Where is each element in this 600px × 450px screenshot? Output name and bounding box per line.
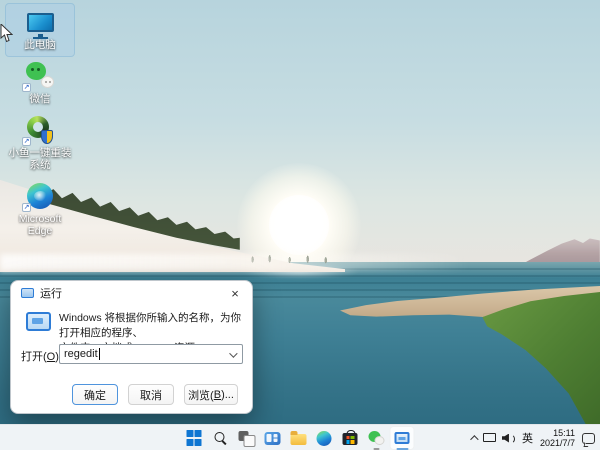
shield-icon — [41, 130, 53, 144]
file-explorer-button[interactable] — [286, 426, 311, 450]
run-dialog-titlebar[interactable]: 运行 — [11, 281, 252, 305]
edge-taskbar-button[interactable] — [312, 426, 337, 450]
shortcut-arrow-icon: ↗ — [22, 83, 31, 92]
clock[interactable]: 15:11 2021/7/7 — [540, 428, 575, 449]
taskbar-center-icons — [182, 425, 415, 450]
wechat-icon: ↗ — [24, 61, 56, 91]
this-pc-icon — [24, 7, 56, 37]
shortcut-arrow-icon: ↗ — [22, 137, 31, 146]
run-taskbar-button[interactable] — [390, 426, 415, 450]
xiaoyu-reinstall-icon: ↗ — [24, 115, 56, 145]
run-program-icon — [26, 312, 51, 331]
run-dialog-title: 运行 — [40, 285, 62, 301]
store-button[interactable] — [338, 426, 363, 450]
system-tray: 英 15:11 2021/7/7 — [470, 425, 595, 450]
chevron-down-icon[interactable] — [229, 349, 237, 357]
ok-button[interactable]: 确定 — [72, 384, 118, 405]
tray-date: 2021/7/7 — [540, 438, 575, 449]
show-hidden-icons-chevron-icon[interactable] — [470, 435, 478, 443]
browse-button[interactable]: 浏览(B)... — [184, 384, 238, 405]
wallpaper-mist — [0, 254, 470, 271]
edge-label: Microsoft Edge — [19, 213, 62, 237]
widgets-button[interactable] — [260, 426, 285, 450]
desktop-icon-wechat[interactable]: ↗ 微信 — [6, 58, 74, 110]
this-pc-label: 此电脑 — [24, 39, 56, 51]
ime-indicator[interactable]: 英 — [522, 430, 533, 446]
run-dialog: 运行 × Windows 将根据你所输入的名称，为你打开相应的程序、 文件夹、文… — [10, 280, 253, 414]
microsoft-store-icon — [343, 433, 358, 445]
search-button[interactable] — [208, 426, 233, 450]
desktop-icon-xiaoyu-reinstall[interactable]: ↗ 小鱼一键重装 系统 — [6, 112, 74, 176]
run-window-icon — [395, 432, 410, 444]
mouse-cursor — [0, 24, 13, 43]
desktop: 此电脑 ↗ 微信 ↗ 小鱼一键重装 系统 ↗ — [0, 0, 600, 450]
taskbar: 英 15:11 2021/7/7 — [0, 424, 600, 450]
text-caret — [99, 348, 100, 360]
wechat-taskbar-button[interactable] — [364, 426, 389, 450]
shortcut-arrow-icon: ↗ — [22, 203, 31, 212]
folder-icon — [290, 434, 306, 445]
task-view-icon — [239, 431, 254, 445]
run-window-icon — [21, 288, 34, 298]
run-dialog-buttons: 确定 取消 浏览(B)... — [72, 384, 238, 405]
windows-logo-icon — [186, 430, 202, 446]
start-button[interactable] — [182, 426, 207, 450]
task-view-button[interactable] — [234, 426, 259, 450]
widgets-icon — [264, 432, 280, 445]
cancel-button[interactable]: 取消 — [128, 384, 174, 405]
wechat-label: 微信 — [30, 93, 51, 105]
wechat-icon — [368, 431, 384, 445]
desktop-icon-microsoft-edge[interactable]: ↗ Microsoft Edge — [6, 178, 74, 238]
xiaoyu-reinstall-label: 小鱼一键重装 系统 — [9, 147, 72, 171]
desktop-icon-this-pc[interactable]: 此电脑 — [6, 4, 74, 56]
open-input[interactable]: regedit — [59, 344, 243, 364]
open-input-value: regedit — [64, 348, 98, 360]
tray-time: 15:11 — [540, 428, 575, 439]
network-icon[interactable] — [483, 433, 495, 444]
sun — [269, 195, 329, 255]
close-icon[interactable]: × — [218, 281, 252, 305]
volume-icon[interactable] — [502, 433, 515, 444]
open-field-label: 打开(O): — [21, 348, 62, 364]
edge-icon — [317, 431, 332, 446]
notifications-chat-icon[interactable] — [582, 433, 595, 444]
search-icon — [213, 431, 227, 445]
edge-icon: ↗ — [24, 181, 56, 211]
